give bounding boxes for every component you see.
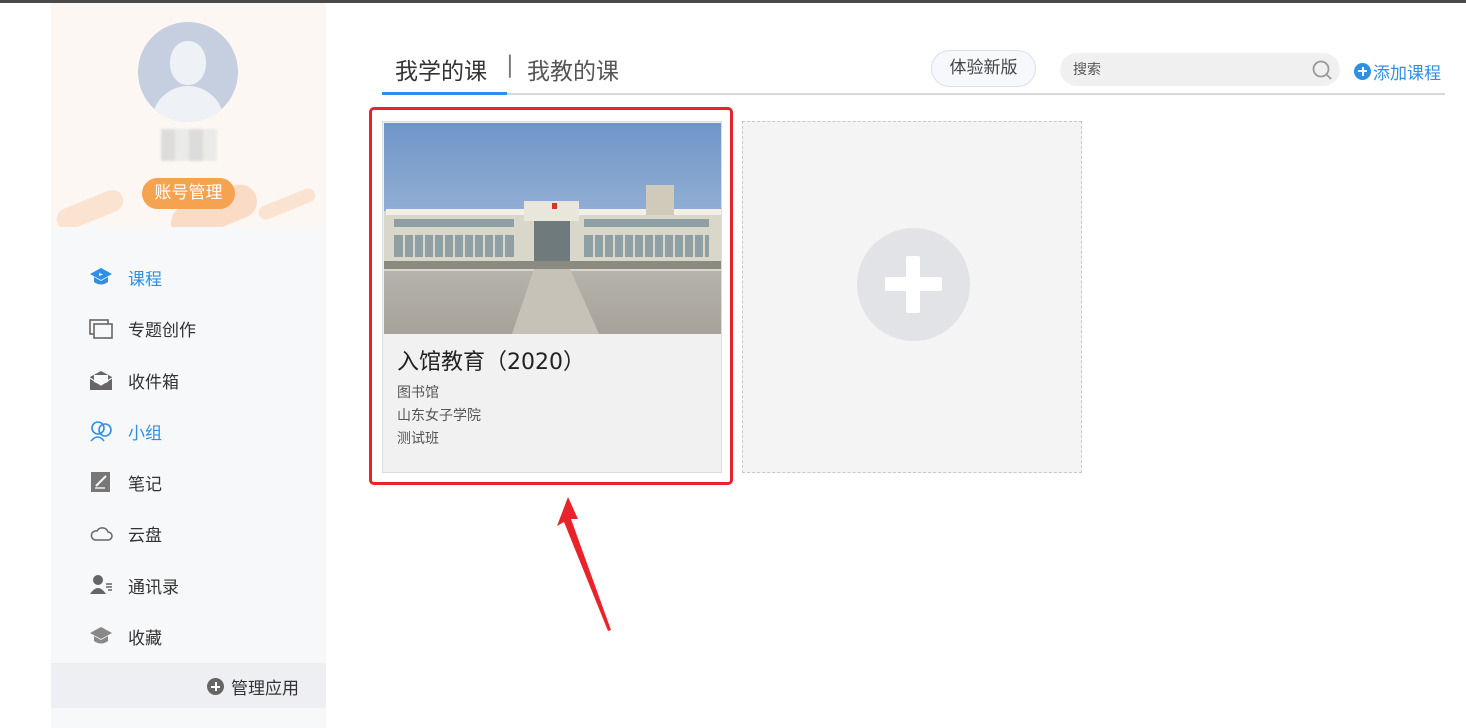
sidebar-item-cloud[interactable]: 云盘 (51, 507, 326, 558)
avatar[interactable] (138, 22, 238, 122)
sidebar-item-label: 课程 (128, 270, 162, 290)
cloud-icon (90, 527, 113, 542)
add-course-label: 添加课程 (1373, 63, 1441, 84)
sidebar-item-note[interactable]: 笔记 (51, 456, 326, 507)
tab-my-learning[interactable]: 我学的课 (395, 52, 487, 86)
contacts-icon (90, 574, 112, 594)
sidebar-item-favorites[interactable]: 收藏 (51, 610, 326, 661)
sidebar-item-label: 小组 (128, 423, 162, 444)
course-class: 测试班 (397, 431, 439, 447)
sidebar-item-label: 专题创作 (128, 321, 196, 342)
topic-create-icon (89, 319, 113, 340)
sidebar-item-label: 云盘 (128, 526, 162, 547)
sidebar-item-label: 收藏 (128, 629, 162, 650)
group-icon (90, 421, 112, 442)
active-tab-indicator (382, 92, 507, 95)
plus-icon (857, 228, 970, 341)
red-arrow-annotation (557, 497, 611, 631)
sidebar-item-course[interactable]: 课程 (51, 251, 326, 302)
favorites-icon (90, 627, 112, 644)
sidebar-item-group[interactable]: 小组 (51, 405, 326, 456)
inbox-icon (89, 370, 113, 390)
username-blurred (161, 129, 217, 161)
sidebar: 账号管理 课程 专题创作 收件箱 小组 笔记 云盘 通讯录 收藏 管理应用 (51, 3, 326, 728)
search-icon[interactable] (1311, 59, 1333, 81)
course-school: 山东女子学院 (397, 408, 481, 424)
sidebar-item-label: 收件箱 (128, 372, 179, 393)
tab-divider-line (382, 93, 1445, 95)
account-management-button[interactable]: 账号管理 (142, 178, 235, 209)
course-card[interactable]: 入馆教育（2020） 图书馆 山东女子学院 测试班 (382, 121, 722, 473)
sidebar-item-contacts[interactable]: 通讯录 (51, 559, 326, 610)
search-input[interactable] (1060, 53, 1340, 86)
sidebar-item-label: 通讯录 (128, 577, 179, 598)
course-department: 图书馆 (397, 385, 439, 401)
sidebar-item-topic-create[interactable]: 专题创作 (51, 302, 326, 353)
sidebar-item-inbox[interactable]: 收件箱 (51, 354, 326, 405)
manage-apps-button[interactable]: 管理应用 (51, 663, 326, 708)
tab-my-teaching[interactable]: 我教的课 (527, 52, 619, 86)
manage-apps-label: 管理应用 (231, 679, 299, 699)
plus-circle-icon (1354, 62, 1371, 80)
note-icon (91, 472, 110, 493)
profile-panel: 账号管理 (51, 3, 326, 227)
add-course-card[interactable] (742, 121, 1082, 473)
sidebar-item-label: 笔记 (128, 475, 162, 496)
plus-circle-icon (207, 678, 224, 695)
add-course-button[interactable]: 添加课程 (1354, 60, 1441, 84)
course-cover-image (384, 123, 721, 334)
course-title[interactable]: 入馆教育（2020） (397, 344, 585, 376)
try-new-version-button[interactable]: 体验新版 (931, 50, 1036, 87)
sidebar-nav: 课程 专题创作 收件箱 小组 笔记 云盘 通讯录 收藏 (51, 251, 326, 661)
course-icon (90, 268, 112, 285)
tab-separator: | (506, 52, 514, 78)
